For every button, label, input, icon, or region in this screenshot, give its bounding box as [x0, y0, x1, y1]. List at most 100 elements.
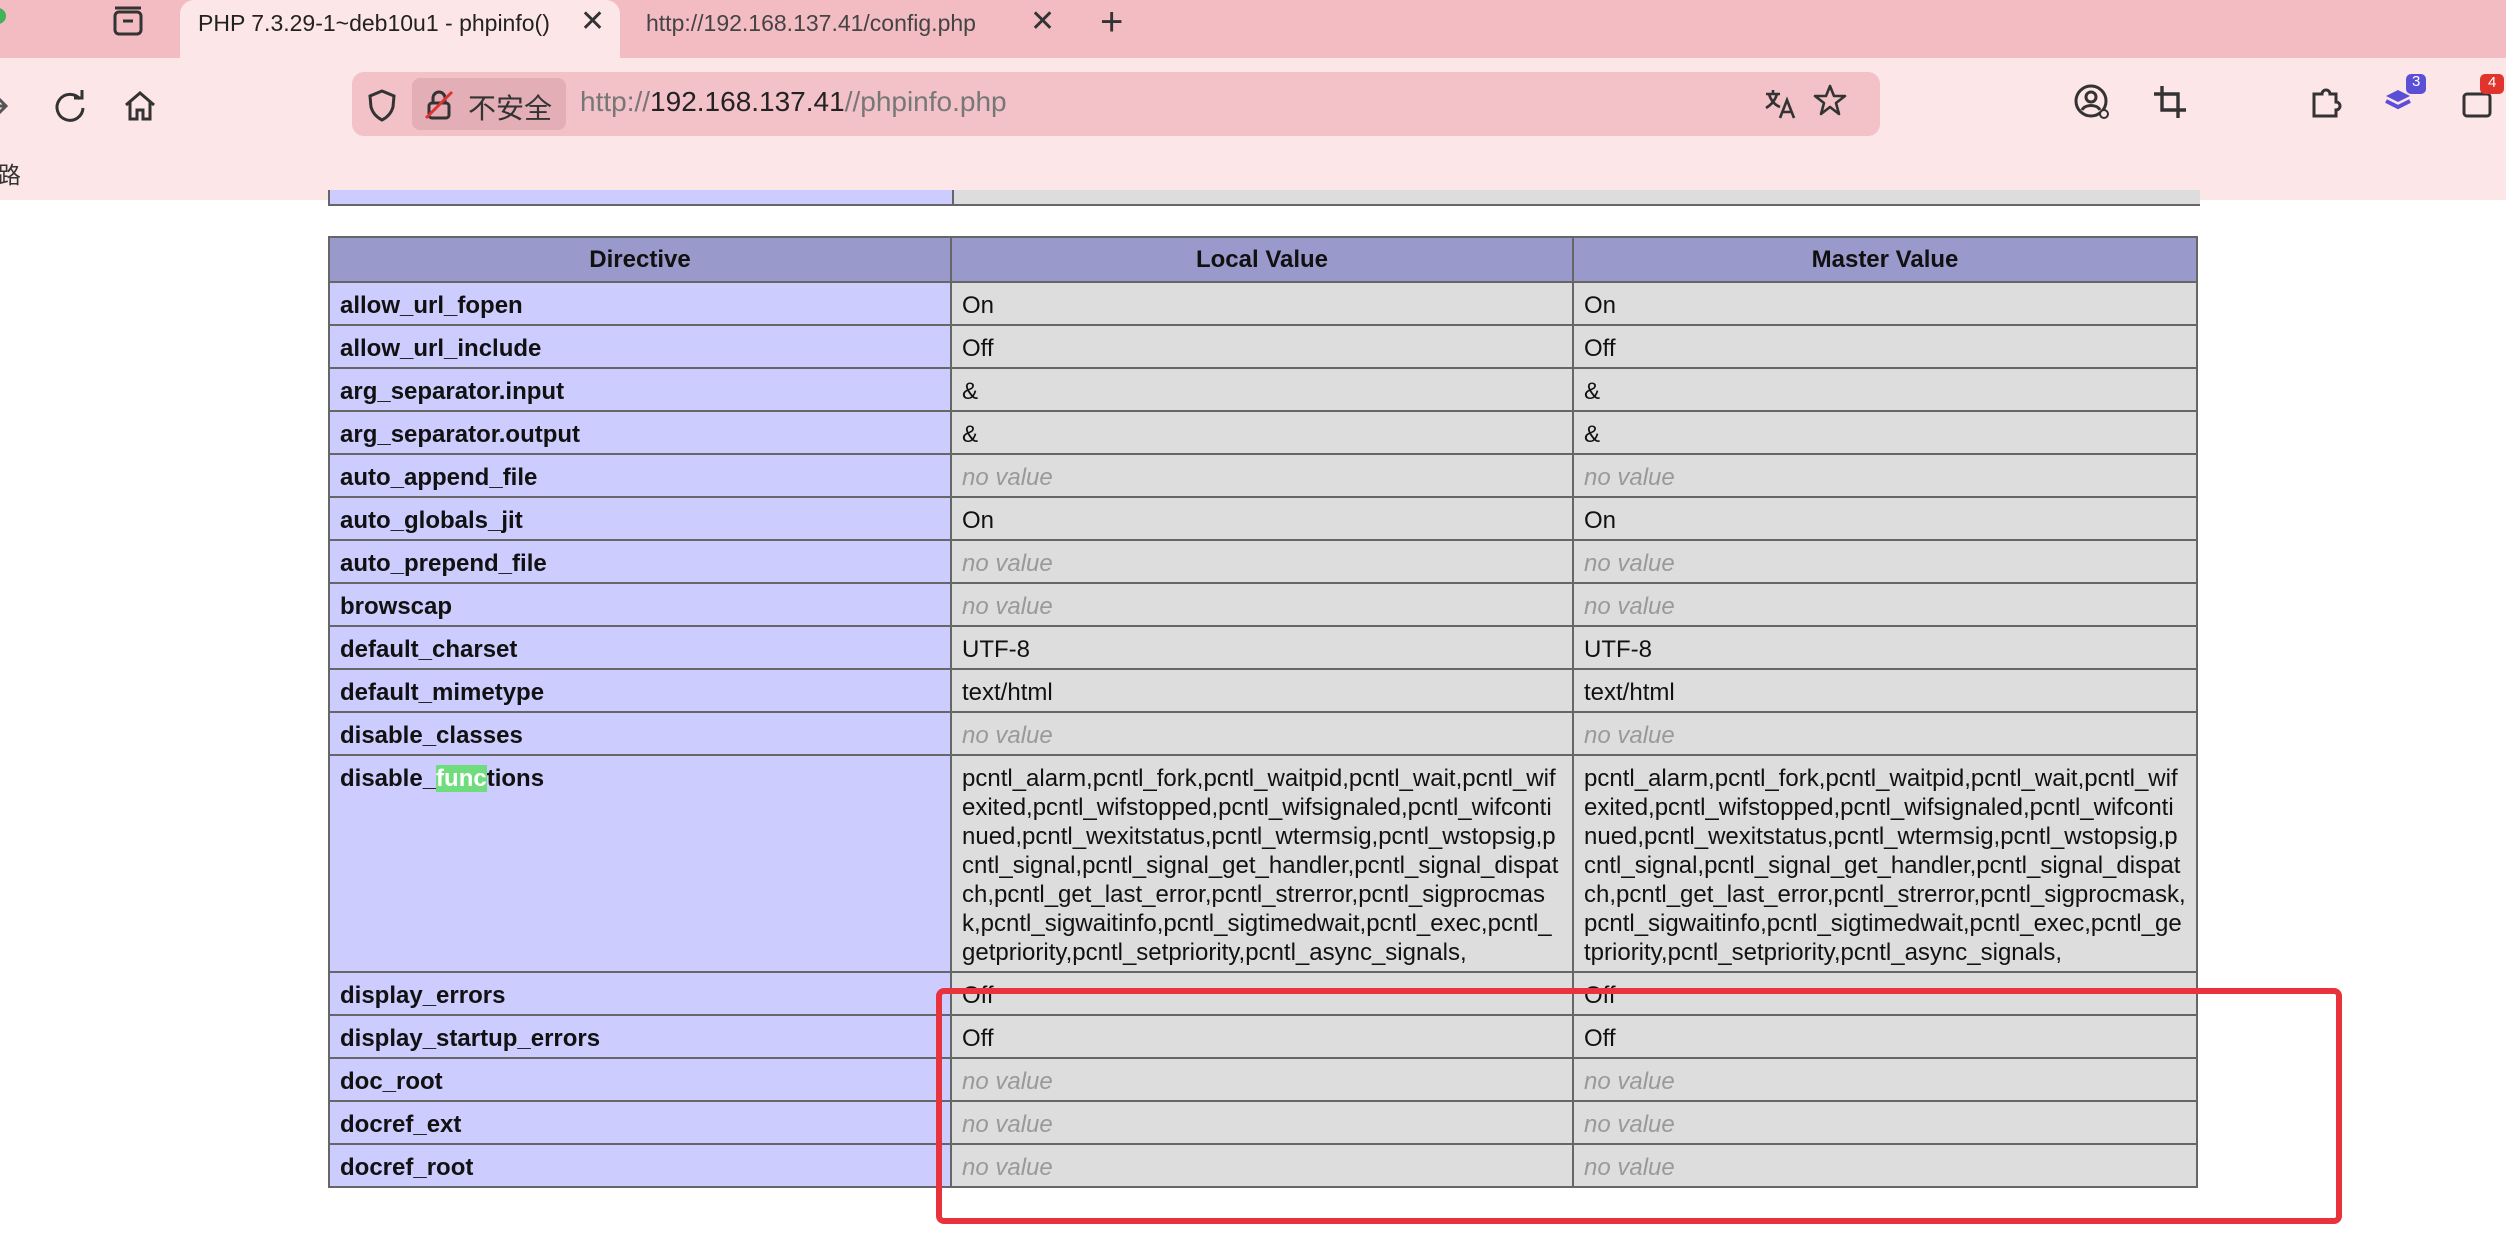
- extension-notify-icon[interactable]: 4: [2460, 74, 2506, 124]
- local-value: text/html: [950, 668, 1574, 713]
- local-value: &: [950, 410, 1574, 455]
- tab-title: PHP 7.3.29-1~deb10u1 - phpinfo(): [198, 10, 550, 36]
- column-header-master-value: Master Value: [1572, 236, 2198, 283]
- insecure-lock-icon: [422, 88, 456, 127]
- security-indicator[interactable]: 不安全: [412, 78, 566, 130]
- column-header-local-value: Local Value: [950, 236, 1574, 283]
- table-header-row: Directive Local Value Master Value: [328, 236, 2198, 283]
- master-value: text/html: [1572, 668, 2198, 713]
- directive-name: disable_functions: [328, 754, 952, 973]
- local-value: no value: [950, 539, 1574, 584]
- tab-bar: PHP 7.3.29-1~deb10u1 - phpinfo() ✕ http:…: [0, 0, 2506, 58]
- translate-icon[interactable]: [1762, 86, 1798, 130]
- master-value: &: [1572, 367, 2198, 412]
- annotation-highlight-box: [936, 988, 2342, 1224]
- directive-name: display_errors: [328, 971, 952, 1016]
- local-value: Off: [950, 324, 1574, 369]
- forward-arrow-icon[interactable]: [0, 86, 28, 126]
- local-value: On: [950, 496, 1574, 541]
- crop-icon[interactable]: [2150, 82, 2190, 122]
- directive-name: allow_url_fopen: [328, 281, 952, 326]
- directive-name: default_mimetype: [328, 668, 952, 713]
- master-value: &: [1572, 410, 2198, 455]
- master-value: pcntl_alarm,pcntl_fork,pcntl_waitpid,pcn…: [1572, 754, 2198, 973]
- directive-name: arg_separator.output: [328, 410, 952, 455]
- url-scheme: http://: [580, 86, 651, 117]
- local-value: no value: [950, 711, 1574, 756]
- extensions-icon[interactable]: [2306, 82, 2346, 122]
- url-host: 192.168.137.41: [650, 86, 845, 117]
- close-icon[interactable]: ✕: [580, 4, 605, 39]
- table-row: default_charset UTF-8 UTF-8: [328, 625, 2198, 670]
- table-row: auto_globals_jit On On: [328, 496, 2198, 541]
- find-highlight: func: [436, 765, 487, 792]
- bookmark-star-icon[interactable]: [1812, 82, 1848, 127]
- directive-name: docref_root: [328, 1143, 952, 1188]
- table-row: arg_separator.output & &: [328, 410, 2198, 455]
- master-value: On: [1572, 281, 2198, 326]
- master-value: UTF-8: [1572, 625, 2198, 670]
- no-value-text: no value: [1584, 550, 1675, 577]
- extension-badge: 3: [2412, 73, 2421, 90]
- phpinfo-page: Directive Local Value Master Value allow…: [0, 190, 2506, 1258]
- master-value: On: [1572, 496, 2198, 541]
- master-value: Off: [1572, 324, 2198, 369]
- no-value-text: no value: [962, 593, 1053, 620]
- directive-name: arg_separator.input: [328, 367, 952, 412]
- directive-part: disable_: [340, 765, 437, 792]
- directive-name: browscap: [328, 582, 952, 627]
- local-value: On: [950, 281, 1574, 326]
- master-value: no value: [1572, 711, 2198, 756]
- master-value: no value: [1572, 453, 2198, 498]
- browser-chrome: PHP 7.3.29-1~deb10u1 - phpinfo() ✕ http:…: [0, 0, 2506, 200]
- address-bar[interactable]: 不安全 http://192.168.137.41//phpinfo.php: [352, 72, 1880, 136]
- table-row: arg_separator.input & &: [328, 367, 2198, 412]
- master-value: no value: [1572, 539, 2198, 584]
- directive-part: tions: [486, 765, 545, 792]
- local-value: pcntl_alarm,pcntl_fork,pcntl_waitpid,pcn…: [950, 754, 1574, 973]
- bookmark-item[interactable]: է路: [0, 156, 21, 190]
- local-value: no value: [950, 453, 1574, 498]
- account-icon[interactable]: [2072, 82, 2112, 122]
- extension-stack-icon[interactable]: 3: [2380, 73, 2430, 124]
- directive-name: auto_prepend_file: [328, 539, 952, 584]
- local-value: &: [950, 367, 1574, 412]
- no-value-text: no value: [1584, 593, 1675, 620]
- table-row: default_mimetype text/html text/html: [328, 668, 2198, 713]
- tab-phpinfo[interactable]: PHP 7.3.29-1~deb10u1 - phpinfo() ✕: [180, 0, 620, 58]
- table-row: auto_append_file no value no value: [328, 453, 2198, 498]
- local-value: UTF-8: [950, 625, 1574, 670]
- table-row: auto_prepend_file no value no value: [328, 539, 2198, 584]
- tab-list-icon[interactable]: [110, 4, 146, 45]
- url-text[interactable]: http://192.168.137.41//phpinfo.php: [580, 86, 1007, 118]
- no-value-text: no value: [1584, 464, 1675, 491]
- home-icon[interactable]: [120, 86, 160, 126]
- table-row: allow_url_fopen On On: [328, 281, 2198, 326]
- reload-icon[interactable]: [50, 86, 90, 126]
- table-row: allow_url_include Off Off: [328, 324, 2198, 369]
- directive-name: doc_root: [328, 1057, 952, 1102]
- local-value: no value: [950, 582, 1574, 627]
- table-row: disable_classes no value no value: [328, 711, 2198, 756]
- directive-name: docref_ext: [328, 1100, 952, 1145]
- table-row-disable-functions: disable_functions pcntl_alarm,pcntl_fork…: [328, 754, 2198, 973]
- shield-icon[interactable]: [366, 88, 398, 127]
- url-path: //phpinfo.php: [844, 86, 1007, 117]
- extension-badge: 4: [2488, 74, 2497, 91]
- directive-name: disable_classes: [328, 711, 952, 756]
- navigation-bar: 不安全 http://192.168.137.41//phpinfo.php 3…: [0, 58, 2506, 148]
- directive-name: auto_globals_jit: [328, 496, 952, 541]
- no-value-text: no value: [962, 722, 1053, 749]
- directive-name: display_startup_errors: [328, 1014, 952, 1059]
- previous-table-edge: [328, 190, 2200, 206]
- tab-title: http://192.168.137.41/config.php: [646, 10, 976, 36]
- master-value: no value: [1572, 582, 2198, 627]
- close-icon[interactable]: ✕: [1030, 4, 1055, 39]
- no-value-text: no value: [962, 464, 1053, 491]
- tab-config[interactable]: http://192.168.137.41/config.php ✕: [630, 0, 1070, 58]
- directive-name: default_charset: [328, 625, 952, 670]
- security-label: 不安全: [468, 93, 553, 124]
- table-row: browscap no value no value: [328, 582, 2198, 627]
- new-tab-button[interactable]: +: [1100, 0, 1123, 45]
- directive-name: allow_url_include: [328, 324, 952, 369]
